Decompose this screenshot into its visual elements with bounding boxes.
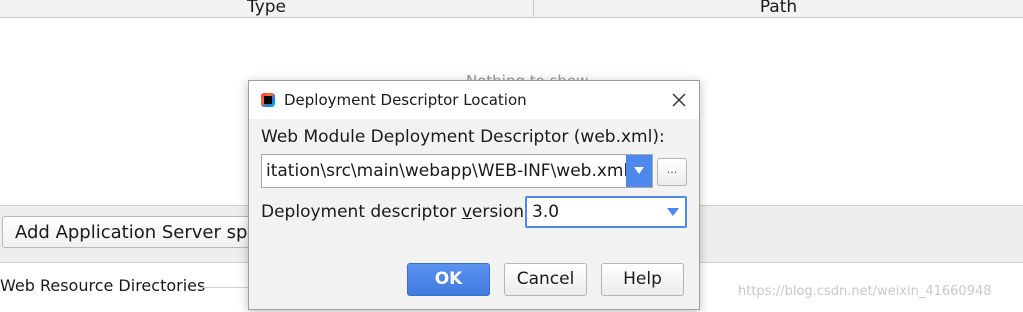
watermark-text: https://blog.csdn.net/weixin_41660948 — [738, 284, 992, 299]
close-icon[interactable] — [667, 89, 691, 111]
descriptor-path-value[interactable]: itation\src\main\webapp\WEB-INF\web.xml — [266, 155, 626, 187]
cancel-button[interactable]: Cancel — [504, 263, 587, 296]
version-label-prefix: Deployment descriptor — [261, 202, 462, 222]
descriptor-path-combobox[interactable]: itation\src\main\webapp\WEB-INF\web.xml — [261, 154, 653, 188]
web-resource-directories-title: Web Resource Directories — [0, 276, 206, 295]
ok-button[interactable]: OK — [407, 263, 490, 296]
browse-button[interactable]: ... — [657, 158, 687, 186]
chevron-down-icon[interactable] — [626, 155, 652, 187]
help-button[interactable]: Help — [601, 263, 684, 296]
version-label-mnemonic: v — [461, 202, 472, 222]
descriptor-path-label: Web Module Deployment Descriptor (web.xm… — [261, 127, 665, 147]
descriptor-version-label: Deployment descriptor version — [261, 202, 524, 222]
chevron-down-icon[interactable] — [661, 198, 685, 226]
dialog-title-bar[interactable]: Deployment Descriptor Location — [249, 81, 699, 119]
descriptor-version-select[interactable]: 3.0 — [525, 196, 687, 228]
descriptor-version-value: 3.0 — [532, 202, 560, 222]
version-label-suffix: ersion — [471, 202, 525, 222]
table-header: Type Path — [0, 0, 1023, 18]
deployment-descriptor-dialog: Deployment Descriptor Location Web Modul… — [248, 80, 700, 310]
column-header-path[interactable]: Path — [534, 0, 1023, 17]
column-header-type[interactable]: Type — [0, 0, 534, 17]
intellij-idea-icon — [261, 93, 275, 107]
dialog-title: Deployment Descriptor Location — [284, 91, 527, 109]
